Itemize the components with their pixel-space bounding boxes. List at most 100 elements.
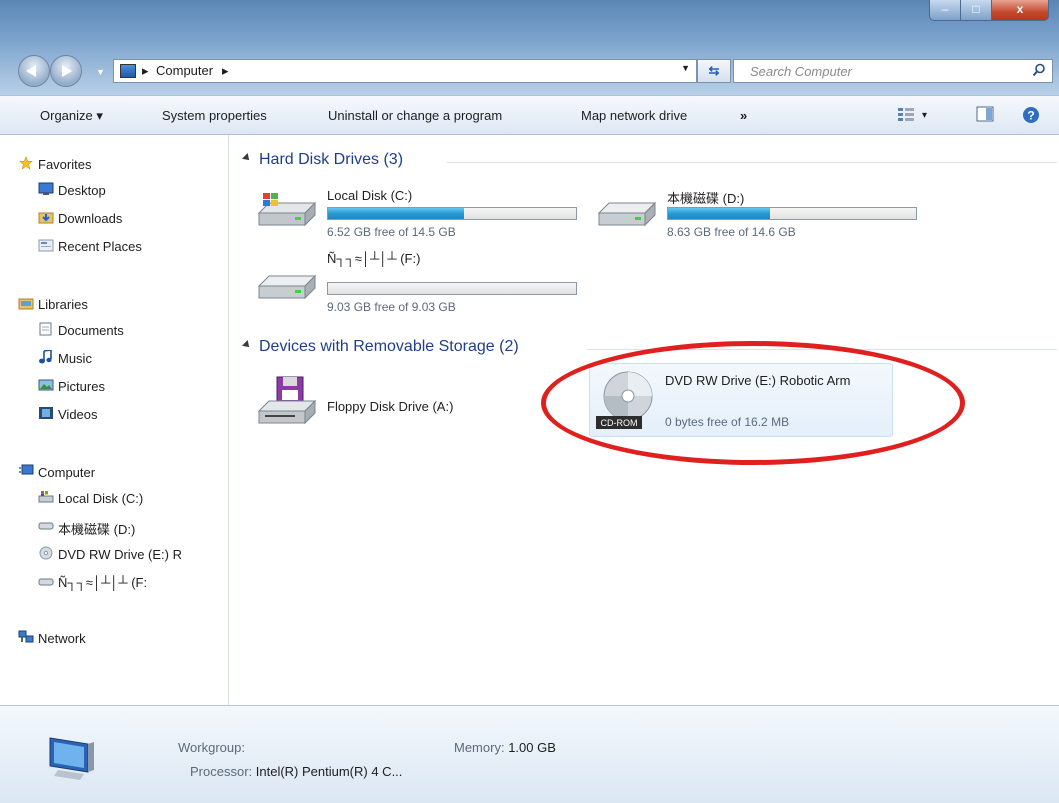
windows-drive-icon (38, 491, 54, 503)
back-arrow-icon (26, 65, 36, 77)
breadcrumb-computer[interactable]: Computer (156, 63, 213, 78)
group-header-label: Hard Disk Drives (3) (259, 151, 404, 168)
drive-item-c[interactable]: Local Disk (C:) 6.52 GB free of 14.5 GB (255, 185, 585, 241)
navigation-pane: Favorites Desktop Downloads Recent Place… (0, 135, 229, 705)
music-icon (39, 350, 52, 364)
sidebar-favorites[interactable]: Favorites (19, 156, 92, 172)
star-icon (19, 156, 33, 170)
drive-name: 本機磁碟 (D:) (667, 191, 745, 206)
videos-icon (39, 407, 53, 419)
sidebar-item-pictures[interactable]: Pictures (38, 379, 105, 394)
sidebar-item-local-disk-c[interactable]: Local Disk (C:) (38, 491, 143, 506)
drive-usage-bar (327, 207, 577, 220)
hard-drive-icon (38, 578, 54, 586)
processor-label: Processor: (190, 764, 253, 779)
drive-item-d[interactable]: 本機磁碟 (D:) 8.63 GB free of 14.6 GB (595, 185, 925, 241)
maximize-button[interactable]: □ (960, 0, 992, 21)
collapse-triangle-icon[interactable] (242, 152, 252, 163)
caption-buttons: – □ x (929, 0, 1049, 21)
sidebar-computer[interactable]: Computer (19, 464, 95, 480)
minimize-button[interactable]: – (929, 0, 961, 21)
back-button[interactable] (18, 55, 50, 87)
processor-value: Intel(R) Pentium(R) 4 C... (255, 764, 403, 779)
search-icon[interactable] (1032, 63, 1046, 77)
documents-icon (39, 322, 52, 336)
sidebar-item-downloads[interactable]: Downloads (38, 211, 122, 226)
sidebar-network[interactable]: Network (18, 630, 86, 646)
sidebar-item-videos[interactable]: Videos (39, 407, 98, 422)
address-bar[interactable]: ▸ Computer ▸ ▼ (113, 59, 697, 83)
change-view-icon[interactable] (897, 106, 915, 122)
breadcrumb-separator[interactable]: ▸ (142, 63, 149, 79)
drive-free-space: 9.03 GB free of 9.03 GB (327, 300, 456, 314)
workgroup-field: Workgroup: (178, 740, 245, 755)
floppy-drive-icon (257, 376, 317, 425)
sidebar-item-label: Recent Places (58, 239, 142, 254)
organize-button[interactable]: Organize ▾ (40, 108, 103, 124)
window-chrome: – □ x ▼ ▸ Computer ▸ ▼ ⇆ (0, 0, 1059, 95)
dvd-disc-icon (39, 546, 53, 560)
drive-free-space: 8.63 GB free of 14.6 GB (667, 225, 796, 239)
collapse-triangle-icon[interactable] (242, 339, 252, 350)
sidebar-item-music[interactable]: Music (39, 350, 92, 366)
processor-field: Processor: Intel(R) Pentium(R) 4 C... (190, 764, 402, 779)
recent-pages-dropdown-icon[interactable]: ▼ (96, 67, 105, 77)
breadcrumb-separator-2[interactable]: ▸ (222, 63, 229, 79)
sidebar-libraries-label: Libraries (38, 297, 88, 312)
navigation-bar: ▼ ▸ Computer ▸ ▼ ⇆ (0, 53, 1059, 87)
group-header-label: Devices with Removable Storage (2) (259, 338, 519, 355)
forward-arrow-icon (62, 65, 72, 77)
group-header-hard-disks[interactable]: Hard Disk Drives (3) (242, 151, 404, 169)
device-name: Floppy Disk Drive (A:) (327, 399, 454, 414)
group-divider (447, 162, 1057, 163)
group-header-removable[interactable]: Devices with Removable Storage (2) (242, 338, 519, 356)
sidebar-item-documents[interactable]: Documents (39, 322, 124, 338)
sidebar-item-label: 本機磁碟 (D:) (58, 522, 136, 537)
computer-monitor-icon (49, 737, 94, 780)
sidebar-item-drive-f[interactable]: Ñ┐┐≈│┴│┴ (F: (38, 575, 147, 590)
content-pane: Hard Disk Drives (3) Local Disk (C:) 6.5… (229, 135, 1059, 705)
red-highlight-ellipse (541, 341, 965, 465)
sidebar-item-drive-d[interactable]: 本機磁碟 (D:) (38, 519, 136, 538)
map-network-drive-button[interactable]: Map network drive (581, 108, 687, 123)
search-input[interactable] (748, 61, 1022, 81)
sidebar-item-label: DVD RW Drive (E:) R (58, 547, 182, 562)
sidebar-item-label: Pictures (58, 379, 105, 394)
drive-free-space: 6.52 GB free of 14.5 GB (327, 225, 456, 239)
drive-usage-bar (327, 282, 577, 295)
views-dropdown-icon[interactable]: ▾ (922, 110, 927, 121)
drive-usage-fill (668, 208, 770, 219)
sidebar-network-label: Network (38, 631, 86, 646)
sidebar-item-desktop[interactable]: Desktop (38, 182, 106, 198)
recent-places-icon (38, 239, 54, 252)
drive-name: Local Disk (C:) (327, 188, 413, 203)
computer-icon (19, 464, 34, 475)
drive-usage-fill (328, 208, 465, 219)
more-commands-button[interactable]: » (740, 108, 747, 123)
details-pane: Workgroup: Memory: 1.00 GB Processor: In… (0, 705, 1059, 803)
computer-icon (120, 64, 136, 78)
sidebar-item-label: Videos (58, 407, 98, 422)
forward-button[interactable] (50, 55, 82, 87)
uninstall-program-button[interactable]: Uninstall or change a program (328, 108, 502, 123)
close-button[interactable]: x (991, 0, 1049, 21)
sidebar-favorites-label: Favorites (38, 157, 92, 172)
device-item-floppy-a[interactable]: Floppy Disk Drive (A:) (255, 373, 505, 429)
libraries-icon (18, 298, 34, 310)
hard-drive-icon (38, 522, 54, 530)
sidebar-libraries[interactable]: Libraries (18, 297, 88, 312)
sidebar-item-dvd-drive-e[interactable]: DVD RW Drive (E:) R (39, 546, 182, 562)
help-icon[interactable]: ? (1022, 106, 1040, 124)
sidebar-item-recent-places[interactable]: Recent Places (38, 239, 142, 254)
address-history-dropdown-icon[interactable]: ▼ (681, 63, 690, 73)
preview-pane-icon[interactable] (976, 106, 994, 122)
system-properties-button[interactable]: System properties (162, 108, 267, 123)
sidebar-item-label: Desktop (58, 183, 106, 198)
desktop-icon (38, 182, 54, 195)
drive-item-f[interactable]: Ñ┐┐≈│┴│┴ (F:) 9.03 GB free of 9.03 GB (255, 248, 585, 314)
refresh-button[interactable]: ⇆ (697, 59, 731, 83)
sidebar-item-label: Music (58, 351, 92, 366)
search-box[interactable] (733, 59, 1053, 83)
drive-name: Ñ┐┐≈│┴│┴ (F:) (327, 251, 421, 266)
memory-label: Memory: (454, 740, 505, 755)
